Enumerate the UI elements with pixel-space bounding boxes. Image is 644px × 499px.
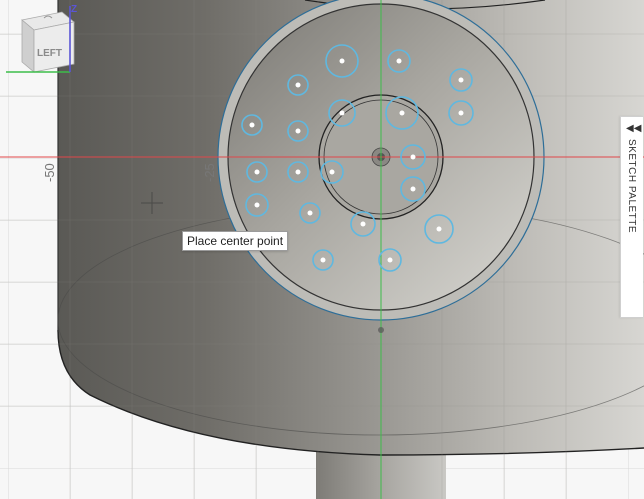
viewcube[interactable]: LEFT Z (0, 0, 88, 82)
axis-label-neg25: -25 (202, 163, 217, 182)
viewcube-face-label: LEFT (37, 48, 62, 59)
sketch-palette-label: SKETCH PALETTE (626, 139, 637, 234)
canvas-viewport[interactable]: -50 -25 Place center point LEFT Z ◀◀ SKE… (0, 0, 644, 499)
sketch-palette-tab[interactable]: ◀◀ SKETCH PALETTE (620, 116, 643, 318)
viewcube-axis-label: Z (71, 4, 77, 15)
viewcube-left-face (33, 21, 75, 73)
axis-label-neg50: -50 (42, 163, 57, 182)
double-chevron-left-icon[interactable]: ◀◀ (626, 123, 641, 134)
tooltip: Place center point (182, 231, 289, 251)
model-canvas[interactable] (0, 0, 644, 499)
